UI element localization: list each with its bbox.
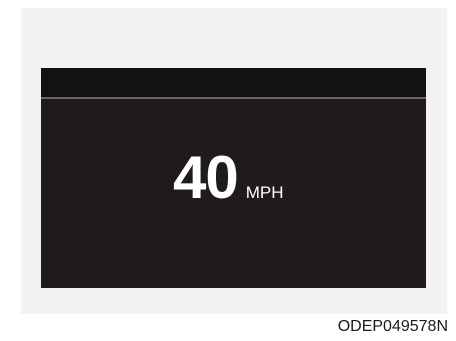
speed-readout: 40 MPH [173, 148, 284, 208]
display-divider [41, 97, 426, 99]
display-top-strip [41, 68, 426, 97]
speed-value: 40 [173, 144, 239, 211]
figure-code: ODEP049578N [337, 318, 448, 335]
speed-unit: MPH [245, 183, 284, 202]
page: 40 MPH ODEP049578N [0, 0, 456, 341]
cluster-display: 40 MPH [41, 68, 426, 288]
